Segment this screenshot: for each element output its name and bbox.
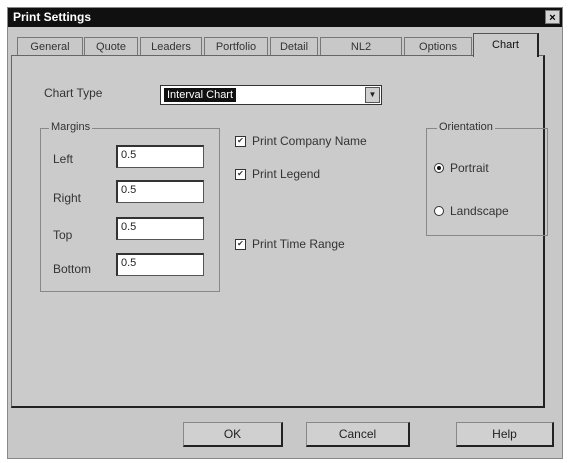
chart-type-select[interactable]: Interval Chart ▼ xyxy=(160,85,382,105)
tab-detail[interactable]: Detail xyxy=(270,37,318,55)
tab-chart[interactable]: Chart xyxy=(473,33,539,57)
chevron-down-icon[interactable]: ▼ xyxy=(365,87,380,103)
tab-general[interactable]: General xyxy=(17,37,83,55)
print-company-name-checkbox[interactable]: ✔ Print Company Name xyxy=(235,134,367,148)
print-legend-checkbox[interactable]: ✔ Print Legend xyxy=(235,167,320,181)
radio-selected-icon xyxy=(434,163,444,173)
chart-type-value: Interval Chart xyxy=(164,88,237,102)
margin-top-label: Top xyxy=(53,228,73,242)
print-time-range-label: Print Time Range xyxy=(252,237,345,251)
orientation-legend: Orientation xyxy=(437,121,495,133)
close-icon[interactable]: × xyxy=(545,10,560,24)
landscape-label: Landscape xyxy=(450,204,509,218)
margin-left-field[interactable]: 0.5 xyxy=(116,145,204,168)
help-button[interactable]: Help xyxy=(456,422,554,447)
margin-right-label: Right xyxy=(53,191,82,205)
margin-left-label: Left xyxy=(53,152,74,166)
checkbox-checked-icon: ✔ xyxy=(235,135,246,147)
margins-legend: Margins xyxy=(49,121,93,133)
margin-bottom-label: Bottom xyxy=(53,262,92,276)
print-time-range-checkbox[interactable]: ✔ Print Time Range xyxy=(235,237,345,251)
tab-portfolio[interactable]: Portfolio xyxy=(204,37,268,55)
portrait-radio[interactable]: Portrait xyxy=(434,161,489,175)
margin-right-field[interactable]: 0.5 xyxy=(116,180,204,203)
margin-bottom-field[interactable]: 0.5 xyxy=(116,253,204,276)
tab-leaders[interactable]: Leaders xyxy=(140,37,202,55)
landscape-radio[interactable]: Landscape xyxy=(434,204,509,218)
tab-nl2[interactable]: NL2 xyxy=(320,37,402,55)
window-title: Print Settings xyxy=(13,10,92,24)
checkbox-checked-icon: ✔ xyxy=(235,238,246,250)
print-legend-label: Print Legend xyxy=(252,167,321,181)
tab-options[interactable]: Options xyxy=(404,37,472,55)
print-company-name-label: Print Company Name xyxy=(252,134,367,148)
cancel-button[interactable]: Cancel xyxy=(306,422,410,447)
tab-quote[interactable]: Quote xyxy=(84,37,138,55)
portrait-label: Portrait xyxy=(450,161,489,175)
margin-top-field[interactable]: 0.5 xyxy=(116,217,204,240)
radio-unselected-icon xyxy=(434,206,444,216)
orientation-group: Orientation xyxy=(426,121,548,236)
ok-button[interactable]: OK xyxy=(183,422,283,447)
checkbox-checked-icon: ✔ xyxy=(235,168,246,180)
title-bar: Print Settings × xyxy=(8,8,562,27)
chart-type-label: Chart Type xyxy=(44,86,103,100)
